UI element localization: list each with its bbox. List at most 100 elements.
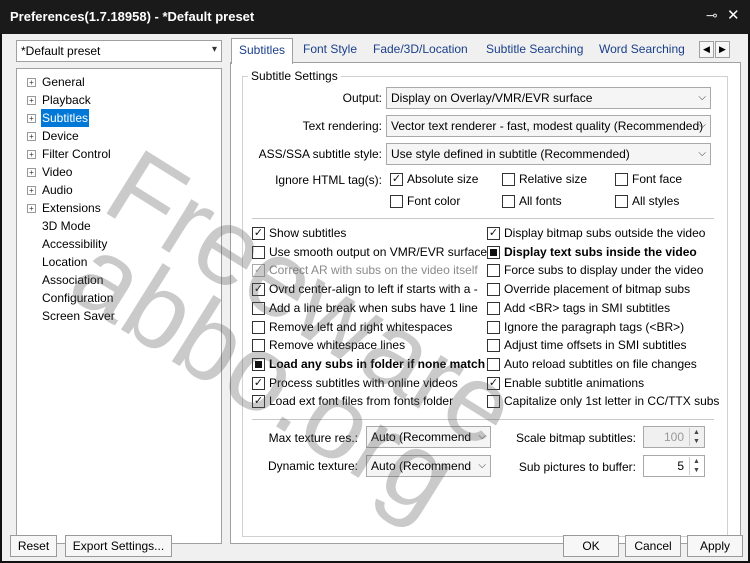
- checkmark-icon[interactable]: ✓: [487, 227, 500, 240]
- checkmark-icon[interactable]: ✓: [390, 173, 403, 186]
- checkbox-box[interactable]: [487, 320, 500, 334]
- tree-item-label: Audio: [42, 183, 73, 197]
- tree-item[interactable]: Location: [17, 253, 221, 271]
- checkbox-box[interactable]: [390, 195, 403, 208]
- apply-button[interactable]: Apply: [687, 535, 743, 557]
- tree-item[interactable]: + Extensions: [17, 199, 221, 217]
- output-dropdown[interactable]: Display on Overlay/VMR/EVR surface ⌵: [386, 87, 711, 109]
- checkbox-box[interactable]: [487, 395, 500, 409]
- checkbox-box[interactable]: [487, 283, 500, 297]
- chevron-down-icon: ⌵: [698, 92, 706, 103]
- expand-plus-icon[interactable]: +: [27, 114, 36, 123]
- tab-subtitles[interactable]: Subtitles: [231, 38, 294, 64]
- checkbox-box[interactable]: [487, 264, 500, 278]
- max-texture-value: Auto (Recommend: [371, 430, 472, 444]
- ass-style-dropdown[interactable]: Use style defined in subtitle (Recommend…: [386, 143, 711, 165]
- tree-item[interactable]: + Audio: [17, 181, 221, 199]
- window-title: Preferences(1.7.18958) - *Default preset: [10, 9, 255, 24]
- tree-item-label: Filter Control: [42, 147, 111, 161]
- checkbox-box[interactable]: [615, 173, 628, 186]
- dynamic-texture-dropdown[interactable]: Auto (Recommend ⌵: [366, 455, 491, 477]
- tree-item[interactable]: 3D Mode: [17, 217, 221, 235]
- tree-item[interactable]: + Filter Control: [17, 145, 221, 163]
- checkbox-label: Use smooth output on VMR/EVR surface: [269, 244, 488, 259]
- reset-button[interactable]: Reset: [10, 535, 57, 557]
- chevron-down-icon: ⌵: [698, 148, 706, 159]
- checkbox-box[interactable]: [487, 357, 500, 371]
- checkbox-label: All fonts: [519, 194, 562, 208]
- checkmark-icon[interactable]: ✓: [252, 283, 265, 297]
- tree-item[interactable]: + General: [17, 73, 221, 91]
- tree-item[interactable]: + Device: [17, 127, 221, 145]
- checkmark-icon[interactable]: ✓: [252, 264, 265, 278]
- tab-font-style[interactable]: Font Style: [296, 38, 364, 61]
- tree-item[interactable]: Screen Saver: [17, 307, 221, 325]
- tree-item[interactable]: Association: [17, 271, 221, 289]
- checkbox-box[interactable]: [502, 195, 515, 208]
- checkbox-box[interactable]: [252, 357, 265, 371]
- checkbox-box[interactable]: [252, 301, 265, 315]
- chevron-down-icon: ⌵: [698, 120, 706, 131]
- preset-dropdown[interactable]: *Default preset ▾: [16, 40, 222, 62]
- spinner-arrows-icon[interactable]: ▲ ▼: [689, 457, 703, 475]
- checkbox-label: Override placement of bitmap subs: [504, 282, 691, 297]
- checkbox-label: Force subs to display under the video: [504, 263, 704, 278]
- expand-plus-icon[interactable]: +: [27, 132, 36, 141]
- checkbox-box[interactable]: [615, 195, 628, 208]
- checkbox-label: Ovrd center-align to left if starts with…: [269, 282, 478, 297]
- expand-plus-icon[interactable]: +: [27, 186, 36, 195]
- ok-button[interactable]: OK: [563, 535, 619, 557]
- tree-item[interactable]: + Subtitles: [17, 109, 221, 127]
- text-rendering-label: Text rendering:: [302, 119, 382, 133]
- spinner-arrows-icon[interactable]: ▲ ▼: [689, 428, 703, 446]
- tree-item[interactable]: + Video: [17, 163, 221, 181]
- pin-icon[interactable]: ⊸: [706, 7, 718, 24]
- text-rendering-dropdown[interactable]: Vector text renderer - fast, modest qual…: [386, 115, 711, 137]
- category-tree[interactable]: + General + Playback + Subtitles + Device + Filte…: [16, 68, 222, 544]
- max-texture-dropdown[interactable]: Auto (Recommend ⌵: [366, 426, 491, 448]
- scale-bitmap-spinner[interactable]: 100 ▲ ▼: [643, 426, 705, 448]
- expand-plus-icon[interactable]: +: [27, 96, 36, 105]
- checkmark-icon[interactable]: ✓: [252, 395, 265, 409]
- close-icon[interactable]: ✕: [727, 6, 740, 24]
- checkbox-label: Adjust time offsets in SMI subtitles: [504, 338, 687, 353]
- tab-scroll-left-icon[interactable]: ◀: [699, 41, 714, 58]
- tab-word-searching[interactable]: Word Searching: [592, 38, 692, 61]
- tree-item[interactable]: + Playback: [17, 91, 221, 109]
- checkbox-label: Correct AR with subs on the video itself: [269, 263, 478, 278]
- sub-pictures-value: 5: [677, 459, 684, 473]
- expand-plus-icon[interactable]: +: [27, 150, 36, 159]
- tab-fade-3d-location[interactable]: Fade/3D/Location: [366, 38, 475, 61]
- tab-scroll-right-icon[interactable]: ▶: [715, 41, 730, 58]
- cancel-button[interactable]: Cancel: [625, 535, 681, 557]
- dynamic-texture-label: Dynamic texture:: [267, 459, 358, 473]
- checkbox-box[interactable]: [502, 173, 515, 186]
- checkmark-icon[interactable]: ✓: [487, 376, 500, 390]
- sub-pictures-spinner[interactable]: 5 ▲ ▼: [643, 455, 705, 477]
- checkmark-icon[interactable]: ✓: [252, 227, 265, 240]
- expand-plus-icon[interactable]: +: [27, 204, 36, 213]
- tree-item-label: 3D Mode: [42, 219, 91, 233]
- text-rendering-value: Vector text renderer - fast, modest qual…: [391, 119, 704, 133]
- ass-style-label: ASS/SSA subtitle style:: [258, 147, 382, 161]
- checkbox-label: Add <BR> tags in SMI subtitles: [504, 300, 671, 315]
- preset-value: *Default preset: [21, 44, 101, 58]
- tree-item-label: Configuration: [42, 291, 114, 305]
- export-settings-button[interactable]: Export Settings...: [65, 535, 172, 557]
- checkmark-icon[interactable]: ✓: [252, 376, 265, 390]
- checkbox-label: Remove left and right whitespaces: [269, 319, 453, 334]
- checkbox-box[interactable]: [252, 339, 265, 353]
- group-title: Subtitle Settings: [248, 69, 341, 83]
- checkbox-box[interactable]: [487, 245, 500, 259]
- tree-item[interactable]: Configuration: [17, 289, 221, 307]
- chevron-down-icon: ▾: [211, 44, 217, 55]
- tree-item[interactable]: Accessibility: [17, 235, 221, 253]
- checkbox-box[interactable]: [252, 245, 265, 259]
- checkbox-box[interactable]: [487, 339, 500, 353]
- expand-plus-icon[interactable]: +: [27, 168, 36, 177]
- checkbox-box[interactable]: [252, 320, 265, 334]
- tab-subtitle-searching[interactable]: Subtitle Searching: [479, 38, 590, 61]
- tree-item-label: Accessibility: [42, 237, 108, 251]
- expand-plus-icon[interactable]: +: [27, 78, 36, 87]
- checkbox-box[interactable]: [487, 301, 500, 315]
